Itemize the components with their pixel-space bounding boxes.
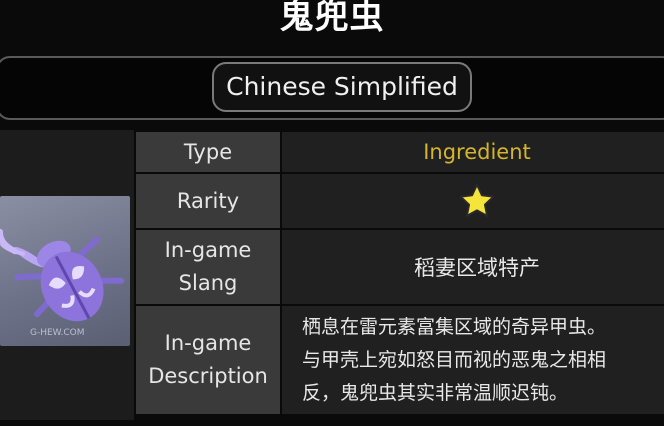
description-label-line: Description [148,364,268,388]
star-icon [459,183,495,217]
slang-value: 稻妻区域特产 [280,228,664,306]
type-value: Ingredient [280,130,664,174]
item-image: G-HEW.COM [0,196,130,346]
language-selector[interactable]: Chinese Simplified [212,62,472,112]
beetle-icon [0,228,125,322]
rarity-label: Rarity [134,172,282,230]
type-label: Type [134,130,282,174]
description-line: 与甲壳上宛如怒目而视的恶鬼之相相 [302,348,607,371]
description-label-line: In-game [164,331,252,355]
slang-label-line: In-game [164,238,252,262]
rarity-value [280,172,664,230]
table-row: Rarity [134,172,664,230]
description-line: 反，鬼兜虫其实非常温顺迟钝。 [302,381,569,404]
description-line: 栖息在雷元素富集区域的奇异甲虫。 [302,315,607,338]
item-info-table: Type Ingredient Rarity In-game Slang 稻妻区… [134,130,664,416]
slang-label-line: Slang [178,271,238,295]
table-row: In-game Description 栖息在雷元素富集区域的奇异甲虫。 与甲壳… [134,304,664,416]
table-row: In-game Slang 稻妻区域特产 [134,228,664,306]
image-watermark: G-HEW.COM [30,328,85,338]
page-title: 鬼兜虫 [279,0,385,37]
table-row: Type Ingredient [134,130,664,174]
description-value: 栖息在雷元素富集区域的奇异甲虫。 与甲壳上宛如怒目而视的恶鬼之相相 反，鬼兜虫其… [280,304,664,416]
description-label: In-game Description [134,304,282,416]
slang-label: In-game Slang [134,228,282,306]
